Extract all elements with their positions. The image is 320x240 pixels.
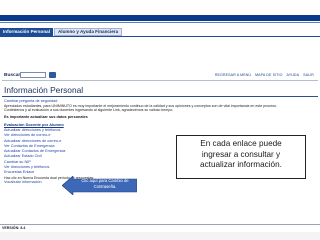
links-divider (2, 80, 318, 81)
top-links: REGRESAR A MENÚ MAPA DE SITIO AYUDA SALI… (215, 73, 314, 77)
tab-student-financial-aid[interactable]: Alumno y Ayuda Financiera (53, 28, 123, 36)
callout-line: En cada enlace puede (200, 139, 282, 148)
top-banner-line (0, 22, 320, 23)
arrow-note: Clic aquí para Cambio de Contraseña. (76, 178, 134, 189)
search-button[interactable] (49, 72, 56, 78)
arrow-note-line: Contraseña. (93, 183, 117, 189)
link-return-menu[interactable]: REGRESAR A MENÚ (215, 73, 251, 77)
top-banner-bar (0, 15, 320, 21)
link-exit[interactable]: SALIR (303, 73, 314, 77)
link-site-map[interactable]: MAPA DE SITIO (255, 73, 282, 77)
version-label: VERSIÓN: 8.4 (2, 226, 26, 230)
footer-divider (0, 224, 320, 225)
search-label: Buscar (4, 73, 21, 78)
callout-line: actualizar información. (200, 160, 282, 170)
title-divider (2, 96, 318, 97)
callout-box: En cada enlace puede ingresar a consulta… (176, 135, 306, 179)
menu-item[interactable]: Vocabular información (4, 180, 314, 185)
tab-personal-info[interactable]: Información Personal (0, 28, 53, 36)
tabs-divider (0, 36, 320, 37)
page-title: Información Personal (4, 85, 84, 95)
arrow-note-line: Clic aquí para Cambio de (81, 178, 129, 183)
link-help[interactable]: AYUDA (286, 73, 299, 77)
search-input[interactable] (20, 72, 46, 78)
bottom-band (0, 232, 320, 240)
callout-line: ingresar a consultar y (201, 149, 281, 159)
tab-bar: Información Personal Alumno y Ayuda Fina… (0, 28, 123, 36)
